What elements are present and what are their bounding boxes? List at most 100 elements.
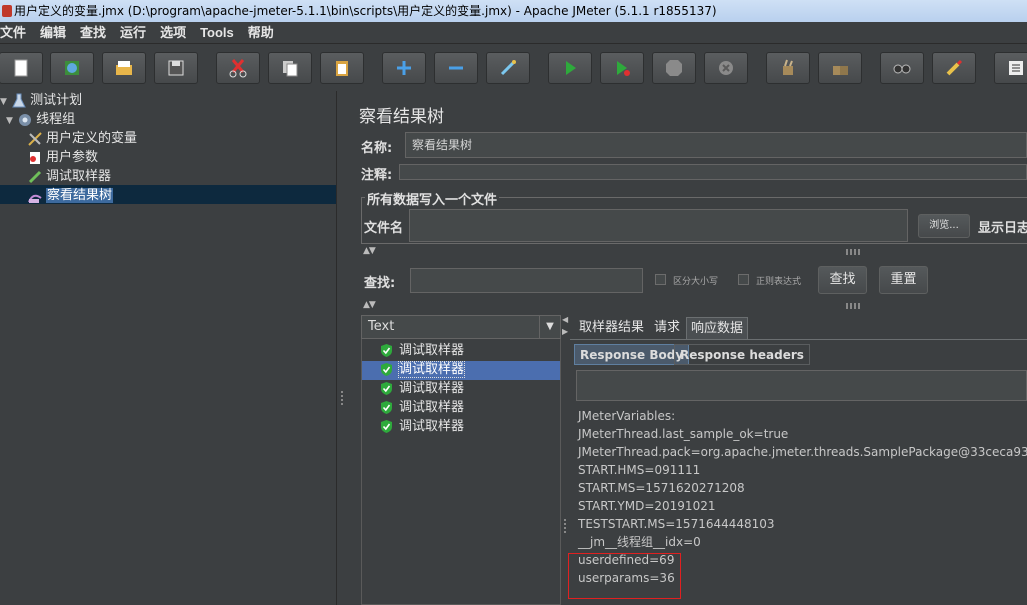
menu-options[interactable]: 选项 (160, 23, 192, 45)
tree-node-thread-group[interactable]: ▼ 线程组 (6, 110, 75, 129)
tree-node-debug-sampler[interactable]: 调试取样器 (27, 167, 111, 186)
reset-button[interactable]: 重置 (879, 266, 928, 294)
success-shield-icon (381, 401, 392, 414)
start-no-pause-icon (617, 61, 630, 76)
renderer-select[interactable]: Text ▼ (361, 315, 561, 339)
collapse-button[interactable] (434, 52, 478, 84)
renderer-value: Text (368, 319, 395, 334)
case-sensitive-checkbox[interactable] (655, 274, 666, 285)
panel-title: 察看结果树 (359, 107, 444, 127)
response-line: JMeterThread.pack=org.apache.jmeter.thre… (578, 445, 1027, 459)
search-label: 查找: (364, 276, 396, 291)
tree-node-user-parameters[interactable]: 用户参数 (27, 148, 98, 167)
result-item[interactable]: 调试取样器 (380, 379, 464, 398)
menu-run[interactable]: 运行 (120, 23, 152, 45)
function-helper-button[interactable] (994, 52, 1027, 84)
menu-tools[interactable]: Tools (200, 22, 240, 44)
start-button[interactable] (548, 52, 592, 84)
menu-edit[interactable]: 编辑 (40, 23, 72, 45)
thread-group-icon (19, 113, 32, 126)
name-label: 名称: (361, 141, 393, 156)
toggle-button[interactable] (486, 52, 530, 84)
result-item[interactable]: 调试取样器 (380, 360, 466, 379)
menu-help[interactable]: 帮助 (248, 23, 280, 45)
save-button[interactable] (154, 52, 198, 84)
tab-response-data[interactable]: 响应数据 (686, 317, 749, 339)
success-shield-icon (381, 363, 392, 376)
menu-search[interactable]: 查找 (80, 23, 112, 45)
splitter-arrows-icon[interactable]: ◀ (562, 315, 568, 324)
function-helper-icon (1009, 61, 1023, 75)
clear-all-button[interactable] (818, 52, 862, 84)
splitter-grip[interactable] (564, 519, 566, 533)
pane-splitter[interactable] (337, 91, 347, 605)
result-item[interactable]: 调试取样器 (380, 341, 464, 360)
toolbar (0, 44, 1027, 91)
user-parameters-icon (30, 151, 40, 164)
chevron-down-icon[interactable]: ▼ (539, 316, 560, 338)
tree-expand-arrow-icon[interactable]: ▼ (6, 116, 13, 126)
splitter-arrows-icon[interactable]: ▶ (562, 327, 568, 336)
clear-button[interactable] (766, 52, 810, 84)
open-icon (116, 61, 132, 75)
test-plan-icon (12, 93, 26, 107)
menu-file[interactable]: 文件 (0, 23, 32, 45)
result-item[interactable]: 调试取样器 (380, 398, 464, 417)
menu-bar: 文件 编辑 查找 运行 选项 Tools 帮助 (0, 22, 1027, 44)
open-button[interactable] (102, 52, 146, 84)
search-button[interactable] (880, 52, 924, 84)
search-button[interactable]: 查找 (818, 266, 867, 294)
copy-button[interactable] (268, 52, 312, 84)
reset-search-button[interactable] (932, 52, 976, 84)
tree-node-test-plan[interactable]: ▼ 测试计划 (0, 91, 82, 110)
view-results-tree-icon (28, 194, 42, 203)
window-title-bar: 用户定义的变量.jmx (D:\program\apache-jmeter-5.… (0, 0, 1027, 22)
subtab-response-body[interactable]: Response Body (574, 344, 690, 365)
copy-icon (283, 61, 298, 77)
collapse-arrows-icon[interactable]: ▲▼ (363, 300, 376, 310)
tree-node-user-defined-variables[interactable]: 用户定义的变量 (27, 129, 137, 148)
split-grip[interactable] (846, 249, 860, 255)
reset-search-icon (946, 59, 963, 76)
comment-input[interactable] (399, 164, 1027, 180)
expand-icon (397, 61, 411, 75)
regex-label: 正则表达式 (756, 277, 802, 287)
response-line: __jm__线程组__idx=0 (578, 535, 701, 549)
tab-sampler-result[interactable]: 取样器结果 (575, 317, 648, 339)
response-line: JMeterThread.last_sample_ok=true (578, 427, 789, 441)
tree-expand-arrow-icon[interactable]: ▼ (0, 97, 7, 107)
shutdown-button[interactable] (704, 52, 748, 84)
result-item[interactable]: 调试取样器 (380, 417, 464, 436)
tree-label: 用户定义的变量 (46, 131, 138, 146)
templates-button[interactable] (50, 52, 94, 84)
comment-label: 注释: (361, 168, 393, 183)
tab-request[interactable]: 请求 (650, 317, 684, 339)
jmeter-app-icon (2, 5, 12, 17)
cut-button[interactable] (216, 52, 260, 84)
collapse-arrows-icon[interactable]: ▲▼ (363, 246, 376, 256)
splitter-grip[interactable] (341, 391, 343, 405)
new-button[interactable] (0, 52, 43, 84)
expand-button[interactable] (382, 52, 426, 84)
paste-button[interactable] (320, 52, 364, 84)
response-line: START.HMS=091111 (578, 463, 701, 477)
filename-input[interactable] (409, 209, 908, 242)
tree-node-view-results-tree[interactable]: 察看结果树 (27, 186, 114, 205)
regex-checkbox[interactable] (738, 274, 749, 285)
start-icon (566, 61, 576, 75)
stop-button[interactable] (652, 52, 696, 84)
file-group-title: 所有数据写入一个文件 (365, 189, 500, 208)
cut-icon (229, 59, 247, 78)
debug-sampler-icon (28, 170, 42, 183)
subtab-response-headers[interactable]: Response headers (674, 344, 810, 365)
split-grip[interactable] (846, 303, 860, 309)
start-no-pause-button[interactable] (600, 52, 644, 84)
search-icon (893, 64, 911, 74)
case-sensitive-label: 区分大小写 (673, 277, 719, 287)
highlight-annotation-box (568, 553, 681, 599)
response-search-box[interactable] (576, 370, 1027, 401)
name-input[interactable]: 察看结果树 (405, 132, 1027, 158)
search-input[interactable] (410, 268, 643, 293)
browse-button[interactable]: 浏览... (918, 214, 970, 238)
tree-label: 调试取样器 (46, 169, 112, 184)
